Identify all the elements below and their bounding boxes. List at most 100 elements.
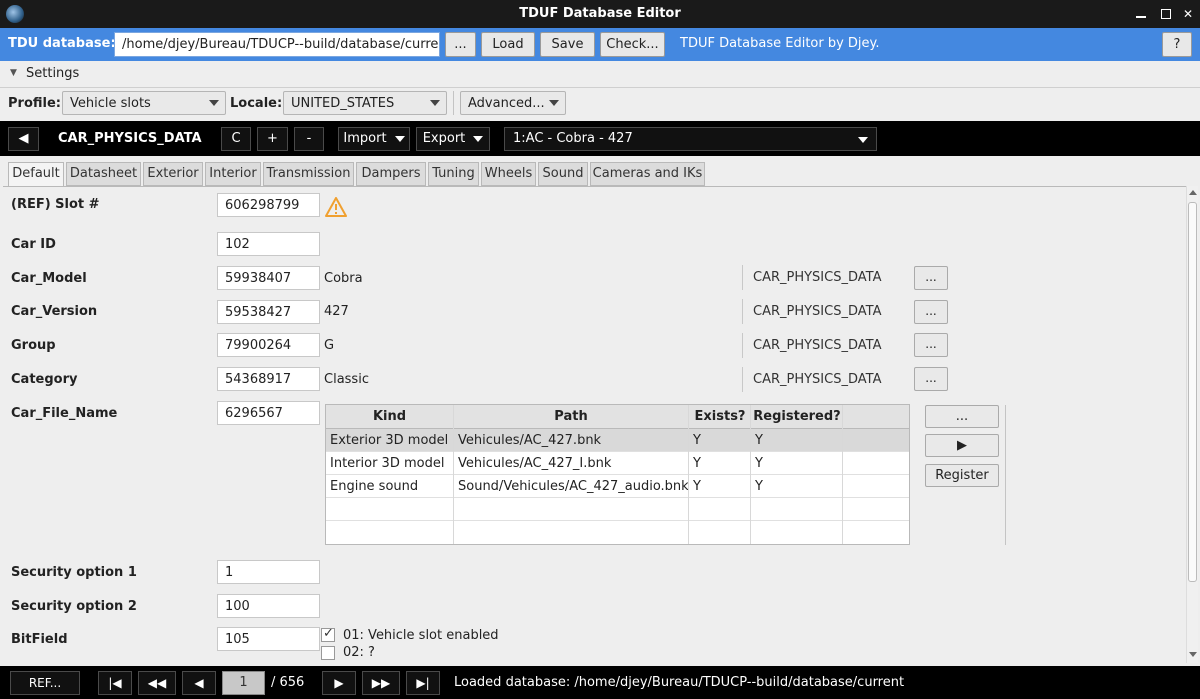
page-number-input[interactable]: 1 — [222, 671, 265, 695]
minimize-icon[interactable] — [1136, 16, 1146, 18]
last-page-button[interactable]: ▶| — [406, 671, 440, 695]
vertical-scrollbar[interactable] — [1186, 186, 1198, 663]
path-cell: Sound/Vehicules/AC_427_audio.bnk — [458, 479, 689, 494]
column-header-registered: Registered? — [753, 409, 841, 424]
page-total: / 656 — [271, 675, 305, 690]
car-model-browse-button[interactable]: ... — [914, 266, 948, 290]
group-field[interactable]: 79900264 — [217, 333, 320, 357]
back-button[interactable]: ◀ — [8, 127, 39, 151]
security-option-2-field[interactable]: 100 — [217, 594, 320, 618]
fast-forward-button[interactable]: ▶▶ — [362, 671, 400, 695]
table-row[interactable]: Engine sound Sound/Vehicules/AC_427_audi… — [326, 475, 909, 498]
first-page-button[interactable]: |◀ — [98, 671, 132, 695]
tab-default[interactable]: Default — [8, 162, 64, 187]
tab-datasheet[interactable]: Datasheet — [66, 162, 141, 186]
import-menu-label: Import — [343, 131, 387, 146]
slot-label: (REF) Slot # — [11, 197, 100, 212]
previous-button[interactable]: ◀ — [182, 671, 216, 695]
fast-back-button[interactable]: ◀◀ — [138, 671, 176, 695]
play-resource-button[interactable]: ▶ — [925, 434, 999, 457]
column-divider — [453, 405, 454, 544]
tab-cameras-and-iks[interactable]: Cameras and IKs — [590, 162, 705, 186]
remove-entry-button[interactable]: - — [294, 127, 324, 151]
register-button[interactable]: Register — [925, 464, 999, 487]
import-menu[interactable]: Import — [338, 127, 410, 151]
exists-cell: Y — [693, 433, 701, 448]
group-browse-button[interactable]: ... — [914, 333, 948, 357]
group-label: Group — [11, 338, 56, 353]
tab-sound[interactable]: Sound — [538, 162, 588, 186]
add-entry-button[interactable]: + — [257, 127, 288, 151]
export-menu-label: Export — [422, 131, 466, 146]
bitfield-field[interactable]: 105 — [217, 627, 320, 651]
car-version-topic: CAR_PHYSICS_DATA — [742, 299, 891, 324]
browse-database-button[interactable]: ... — [445, 32, 476, 57]
browse-resource-button[interactable]: ... — [925, 405, 999, 428]
profile-select[interactable]: Vehicle slots — [62, 91, 226, 115]
locale-label: Locale: — [230, 96, 283, 111]
car-version-label: Car_Version — [11, 304, 98, 319]
separator — [453, 91, 454, 115]
column-header-path: Path — [554, 409, 588, 424]
window-title: TDUF Database Editor — [519, 6, 681, 21]
car-version-field[interactable]: 59538427 — [217, 300, 320, 324]
settings-toggle[interactable]: ▼ Settings — [0, 61, 1200, 88]
scroll-up-icon[interactable] — [1189, 190, 1197, 195]
tab-interior[interactable]: Interior — [205, 162, 261, 186]
security-option-1-label: Security option 1 — [11, 565, 137, 580]
table-row-empty — [326, 521, 909, 544]
tab-exterior[interactable]: Exterior — [143, 162, 203, 186]
column-header-kind: Kind — [372, 409, 407, 424]
separator — [1005, 405, 1006, 545]
kind-cell: Interior 3D model — [330, 456, 445, 471]
security-option-1-field[interactable]: 1 — [217, 560, 320, 584]
car-model-field[interactable]: 59938407 — [217, 266, 320, 290]
column-divider — [688, 405, 689, 544]
next-button[interactable]: ▶ — [322, 671, 356, 695]
category-resolved: Classic — [324, 372, 369, 387]
flag-02-label: 02: ? — [343, 645, 375, 660]
ref-button[interactable]: REF... — [10, 671, 80, 695]
flag-01-label: 01: Vehicle slot enabled — [343, 628, 499, 643]
save-button[interactable]: Save — [540, 32, 595, 57]
scroll-down-icon[interactable] — [1189, 652, 1197, 657]
database-label: TDU database: — [8, 36, 116, 51]
column-header-exists: Exists? — [694, 409, 746, 424]
c-button[interactable]: C — [221, 127, 251, 151]
advanced-menu[interactable]: Advanced... — [460, 91, 566, 115]
navigation-bar: REF... |◀ ◀◀ ◀ 1 / 656 ▶ ▶▶ ▶| Loaded da… — [0, 666, 1200, 699]
locale-select-value: UNITED_STATES — [291, 96, 395, 111]
tab-dampers[interactable]: Dampers — [356, 162, 426, 186]
default-tab-content: (REF) Slot # 606298799 Car ID 102 Car_Mo… — [3, 186, 1186, 663]
help-button[interactable]: ? — [1162, 32, 1192, 57]
security-option-2-label: Security option 2 — [11, 599, 137, 614]
car-file-name-field[interactable]: 6296567 — [217, 401, 320, 425]
flag-01-checkbox[interactable] — [321, 626, 335, 642]
table-row[interactable]: Interior 3D model Vehicules/AC_427_I.bnk… — [326, 452, 909, 475]
slot-field[interactable]: 606298799 — [217, 193, 320, 217]
column-divider — [842, 405, 843, 544]
export-menu[interactable]: Export — [416, 127, 490, 151]
car-id-field[interactable]: 102 — [217, 232, 320, 256]
load-button[interactable]: Load — [481, 32, 535, 57]
group-resolved: G — [324, 338, 335, 353]
topic-bar: ◀ CAR_PHYSICS_DATA C + - Import Export 1… — [0, 121, 1200, 156]
database-bar: TDU database: /home/djey/Bureau/TDUCP--b… — [0, 28, 1200, 61]
database-path-input[interactable]: /home/djey/Bureau/TDUCP--build/database/… — [114, 32, 440, 57]
car-version-browse-button[interactable]: ... — [914, 300, 948, 324]
registered-cell: Y — [755, 433, 763, 448]
close-icon[interactable]: ✕ — [1180, 6, 1196, 22]
scrollbar-thumb[interactable] — [1188, 202, 1197, 582]
category-browse-button[interactable]: ... — [914, 367, 948, 391]
tab-wheels[interactable]: Wheels — [481, 162, 536, 186]
flag-02-checkbox[interactable] — [321, 646, 335, 660]
locale-select[interactable]: UNITED_STATES — [283, 91, 447, 115]
check-button[interactable]: Check... — [600, 32, 665, 57]
kind-cell: Exterior 3D model — [330, 433, 449, 448]
tab-transmission[interactable]: Transmission — [263, 162, 354, 186]
tab-tuning[interactable]: Tuning — [428, 162, 479, 186]
table-row[interactable]: Exterior 3D model Vehicules/AC_427.bnk Y… — [326, 429, 909, 452]
maximize-icon[interactable] — [1161, 9, 1171, 19]
entry-select[interactable]: 1:AC - Cobra - 427 — [504, 127, 877, 151]
category-field[interactable]: 54368917 — [217, 367, 320, 391]
